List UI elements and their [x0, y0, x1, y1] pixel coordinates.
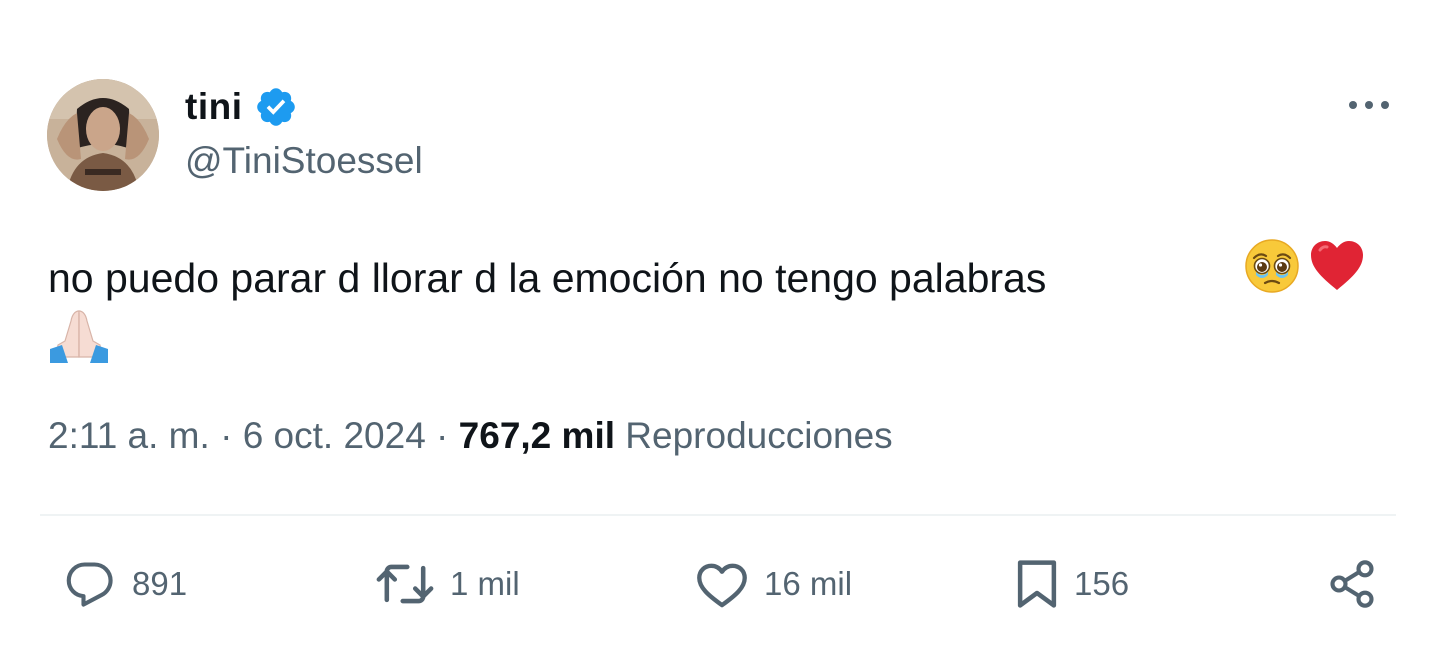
tweet-time[interactable]: 2:11 a. m. [48, 415, 210, 456]
repost-button[interactable]: 1 mil [374, 556, 520, 612]
tweet-emoji-row [1244, 238, 1366, 294]
tweet-text: no puedo parar d llorar d la emoción no … [48, 255, 1047, 301]
pleading-face-icon [1244, 238, 1300, 294]
divider [40, 514, 1396, 516]
reply-button[interactable]: 891 [62, 556, 187, 612]
verified-badge-icon[interactable] [254, 85, 298, 129]
more-options-icon[interactable] [1346, 92, 1392, 118]
reply-count: 891 [132, 565, 188, 602]
tweet-emoji-row-2 [48, 305, 110, 365]
tweet-date[interactable]: 6 oct. 2024 [243, 415, 426, 456]
author-display-name[interactable]: tini [185, 86, 242, 128]
views-label: Reproducciones [625, 415, 893, 456]
red-heart-icon [1308, 238, 1366, 294]
share-icon [1326, 558, 1378, 610]
reply-icon [62, 558, 118, 610]
repost-icon [374, 559, 436, 609]
bookmark-count: 156 [1074, 565, 1130, 602]
like-button[interactable]: 16 mil [694, 556, 852, 612]
repost-count: 1 mil [450, 565, 520, 602]
like-count: 16 mil [764, 565, 853, 602]
author-handle[interactable]: @TiniStoessel [185, 140, 423, 182]
author-name-row: tini [185, 82, 298, 132]
bookmark-icon [1014, 557, 1060, 611]
share-button[interactable] [1326, 556, 1378, 612]
tweet-card: tini @TiniStoessel no puedo parar d llor… [0, 0, 1440, 648]
tweet-meta: 2:11 a. m. · 6 oct. 2024 · 767,2 mil Rep… [48, 415, 893, 457]
views-count: 767,2 mil [458, 415, 616, 456]
avatar[interactable] [47, 79, 159, 191]
heart-icon [694, 559, 750, 609]
bookmark-button[interactable]: 156 [1014, 556, 1129, 612]
meta-separator: · [209, 415, 243, 456]
folded-hands-icon [48, 305, 110, 365]
meta-separator-2: · [425, 415, 459, 456]
